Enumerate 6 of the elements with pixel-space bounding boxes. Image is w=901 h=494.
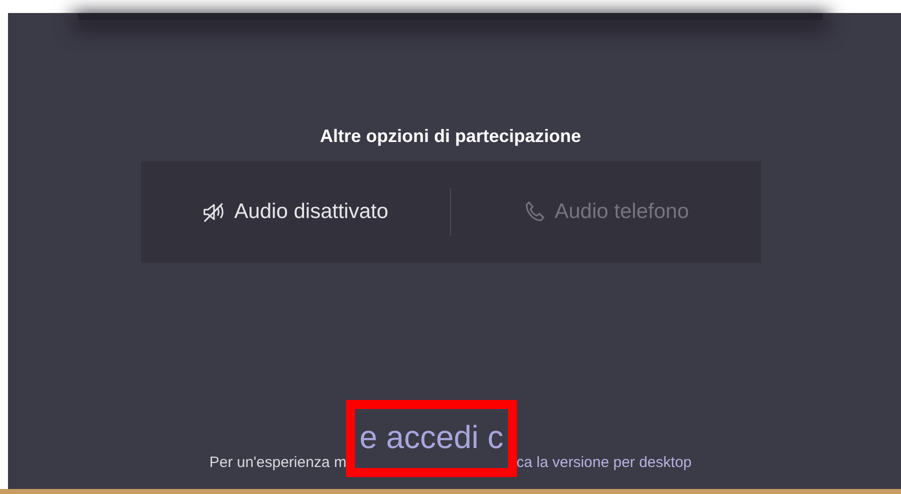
footer-text: Per un'esperienza m [209,454,346,471]
muted-speaker-icon [202,200,226,224]
desktop-version-link[interactable]: ca la versione per desktop [516,454,692,471]
magnified-text: e accedi c [359,421,504,453]
audio-option-button[interactable]: Audio disattivato [140,190,450,234]
section-title: Altre opzioni di partecipazione [320,126,582,147]
